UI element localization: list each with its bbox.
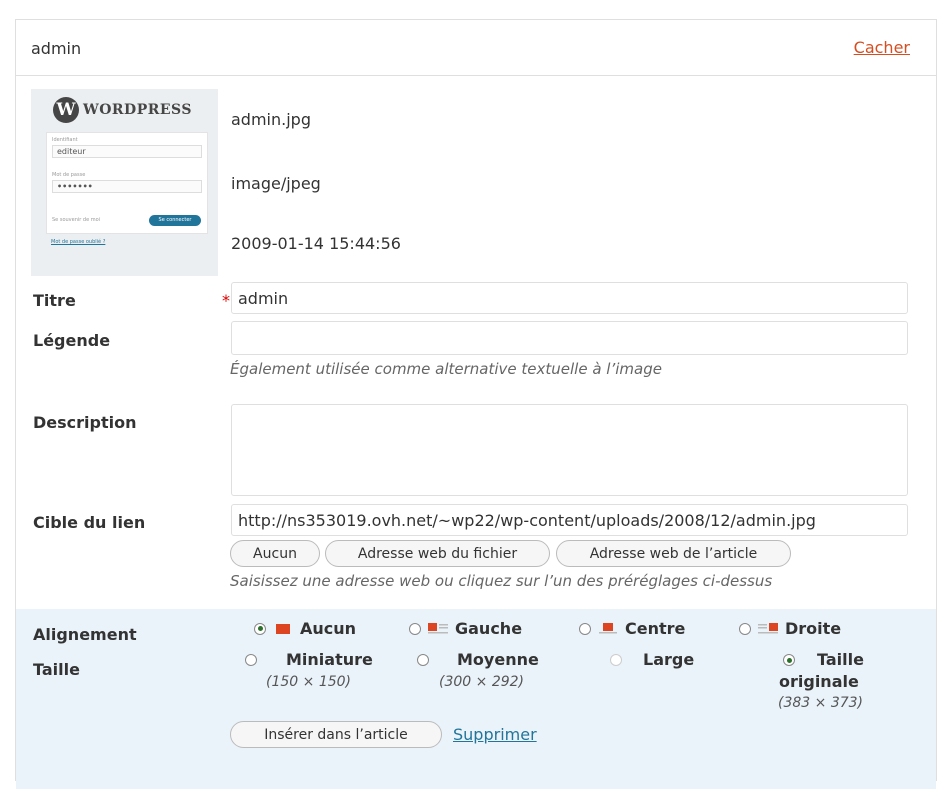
size-thumbnail-label: Miniature [286,650,373,669]
size-label: Taille [33,660,80,679]
align-right-option[interactable]: Droite [739,619,841,638]
align-left-icon [428,622,448,633]
link-url-help: Saisissez une adresse web ou cliquez sur… [230,572,773,590]
link-file-url-button[interactable]: Adresse web du fichier [325,540,550,567]
link-url-label: Cible du lien [33,513,146,532]
title-input[interactable] [231,282,908,314]
align-center-icon [599,622,617,633]
login-form-preview: Identifiant editeur Mot de passe •••••••… [46,132,208,234]
required-asterisk-icon: * [222,291,230,310]
media-item-header: admin Cacher [16,20,936,76]
size-full-dimensions: (383 × 373) [778,695,863,711]
title-label: Titre [33,291,76,310]
wordpress-logo: W WordPress [53,97,192,123]
link-none-button[interactable]: Aucun [230,540,320,567]
link-url-input[interactable] [231,504,908,536]
size-thumbnail-radio[interactable] [245,654,257,666]
align-left-radio[interactable] [409,622,421,635]
media-item-panel: admin Cacher W WordPress Identifiant edi… [15,19,937,789]
align-none-radio[interactable] [254,622,266,635]
size-full-radio[interactable] [783,654,795,666]
align-none-icon [276,623,290,634]
align-center-option[interactable]: Centre [579,619,685,638]
hide-link[interactable]: Cacher [854,38,910,57]
align-none-option[interactable]: Aucun [254,619,356,638]
caption-label: Légende [33,331,111,350]
file-mime-type: image/jpeg [231,174,321,193]
link-post-url-button[interactable]: Adresse web de l’article [556,540,791,567]
size-full-label-line2: originale [779,672,859,691]
size-thumbnail-dimensions: (150 × 150) [266,674,351,690]
size-medium-label: Moyenne [457,650,539,669]
media-item-name: admin [31,39,82,58]
align-right-radio[interactable] [739,622,751,635]
description-textarea[interactable] [231,404,908,496]
file-upload-date: 2009-01-14 15:44:56 [231,234,401,253]
media-thumbnail: W WordPress Identifiant editeur Mot de p… [31,89,218,276]
delete-link[interactable]: Supprimer [453,725,537,744]
size-large-radio [610,654,622,666]
size-medium-radio[interactable] [417,654,429,666]
align-left-option[interactable]: Gauche [409,619,522,638]
size-large-label: Large [643,650,695,669]
wordpress-logo-icon: W [53,97,79,123]
caption-help: Également utilisée comme alternative tex… [230,360,662,378]
description-label: Description [33,413,137,432]
file-name: admin.jpg [231,110,311,129]
caption-input[interactable] [231,321,908,355]
insert-into-post-button[interactable]: Insérer dans l’article [230,721,442,748]
align-right-icon [758,622,778,633]
alignment-label: Alignement [33,625,137,644]
size-medium-dimensions: (300 × 292) [439,674,524,690]
size-full-label-line1: Taille [817,650,864,669]
align-center-radio[interactable] [579,622,591,635]
